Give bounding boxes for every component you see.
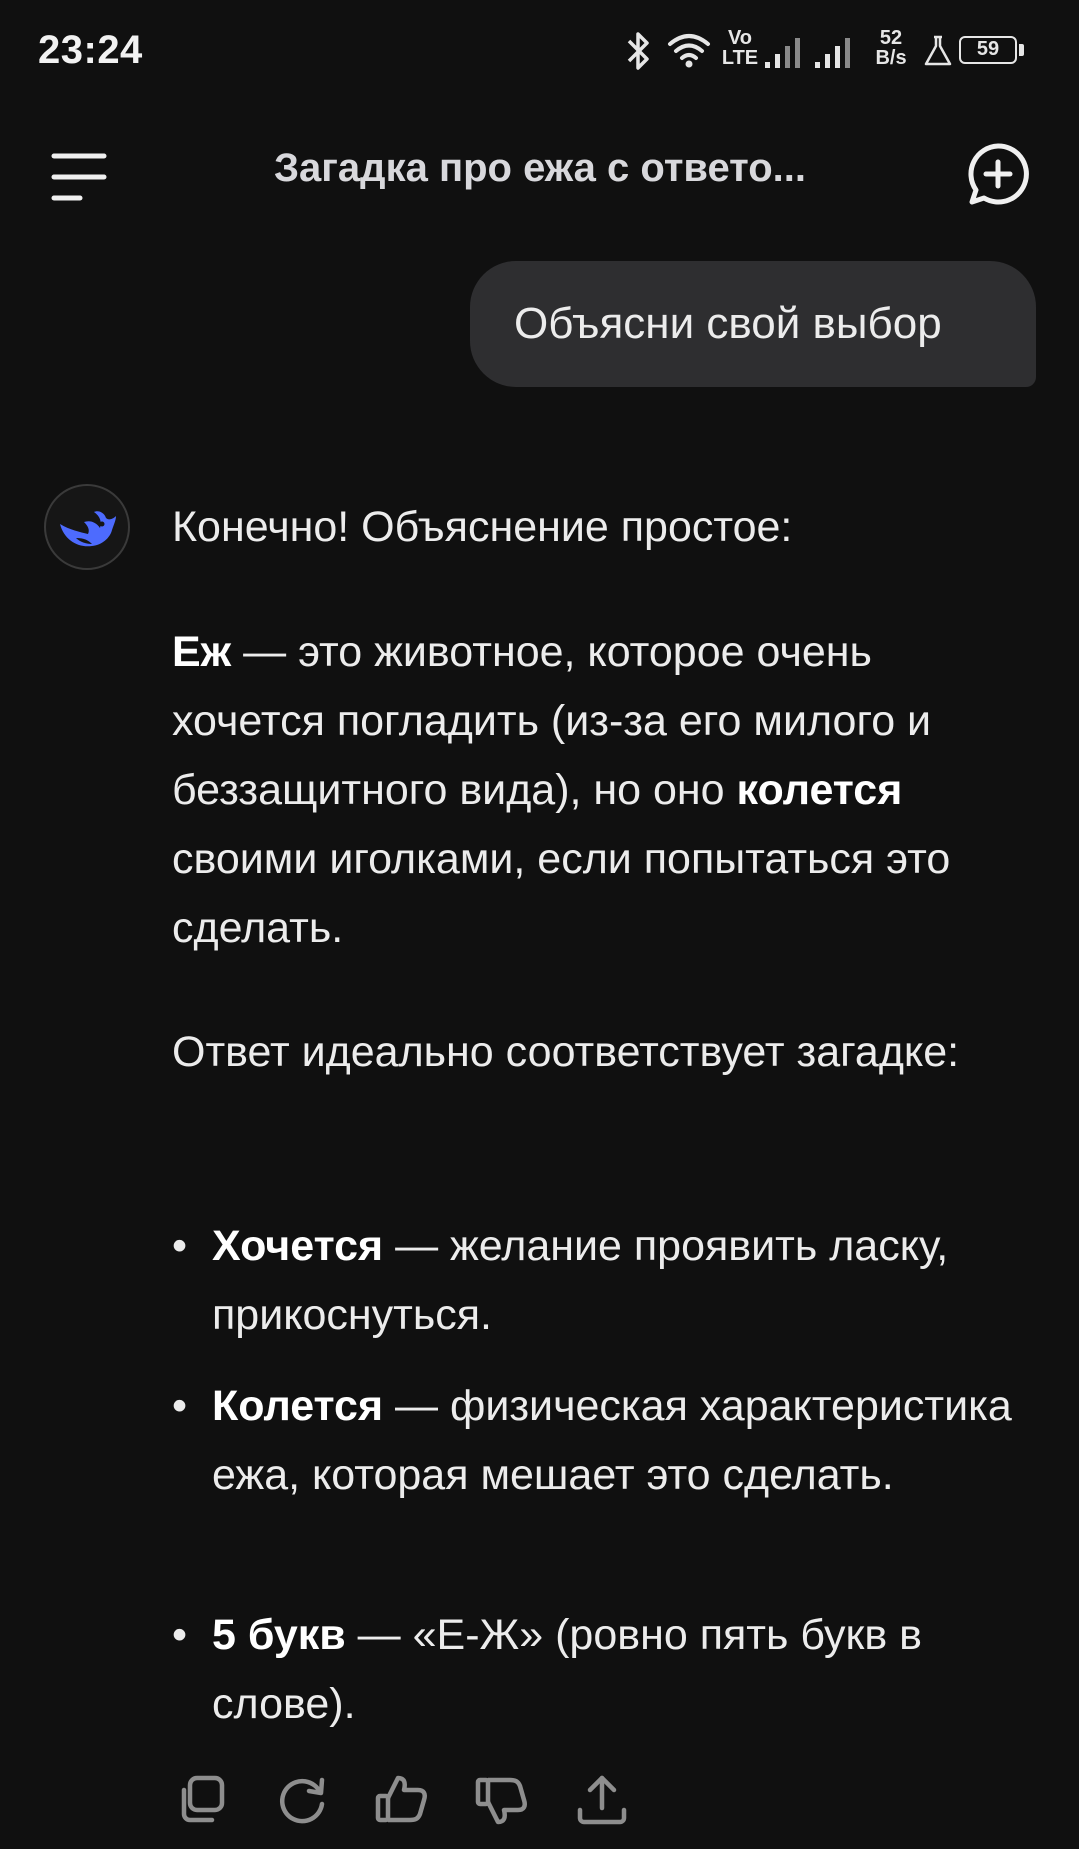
net-speed-value: 52 [879,27,903,49]
battery-level: 59 [976,38,1000,60]
battery-icon: 59 [959,36,1025,66]
new-chat-icon [968,143,1029,205]
copy-icon [181,1775,225,1823]
volte-bottom: LTE [721,47,759,69]
chat-title[interactable]: Загадка про ежа с ответо... [200,146,880,191]
alert-icon [924,35,952,66]
bullet-term: Колется [212,1382,384,1430]
assistant-intro: Конечно! Объяснение простое: [172,503,793,551]
bullet-term: 5 букв [212,1611,346,1659]
paragraph-text: своими иголками, если попытаться это сде… [172,835,951,952]
status-time: 23:24 [38,28,143,72]
assistant-paragraph: Ответ идеально соответствует загадке: [172,1028,960,1076]
assistant-avatar [44,484,130,570]
menu-button[interactable] [40,142,116,212]
net-speed: 52 B/s [869,28,913,68]
list-item: 5 букв — «Е-Ж» (ровно пять букв в слове)… [172,1601,1032,1739]
user-message-bubble[interactable]: Объясни свой выбор [470,261,1036,387]
status-icons: Vo LTE 52 B/s 59 [623,26,1043,84]
share-icon [577,1775,627,1825]
status-bar: 23:24 Vo LTE 52 B/s 59 [0,0,1079,110]
regenerate-button[interactable] [272,1770,332,1830]
copy-button[interactable] [172,1770,232,1830]
list-item: Хочется — желание проявить ласку, прикос… [172,1212,1032,1350]
assistant-paragraph: Еж — это животное, которое очень хочется… [172,618,1032,963]
volte-top: Vo [727,27,753,49]
thumbs-down-icon [475,1777,527,1825]
signal-icon [815,38,850,68]
whale-logo-icon [60,511,116,547]
bold-term: Еж [172,628,232,676]
like-button[interactable] [372,1770,432,1830]
share-button[interactable] [572,1770,632,1830]
menu-icon [51,153,107,201]
user-message-text: Объясни свой выбор [514,299,942,348]
wifi-icon [668,34,710,68]
net-speed-unit: B/s [875,47,907,69]
new-chat-button[interactable] [962,138,1034,210]
bold-term: колется [736,766,903,814]
chat-screen: 23:24 Vo LTE 52 B/s 59 Загадка про ежа с… [0,0,1079,1849]
volte-label: Vo LTE [721,28,759,68]
regenerate-icon [280,1777,325,1824]
thumbs-up-icon [375,1775,427,1823]
signal-icon [765,38,800,68]
bullet-term: Хочется [212,1222,384,1270]
chat-header: Загадка про ежа с ответо... [0,110,1079,230]
list-item: Колется — физическая характеристика ежа,… [172,1372,1032,1510]
dislike-button[interactable] [472,1770,532,1830]
bluetooth-icon [627,32,649,70]
